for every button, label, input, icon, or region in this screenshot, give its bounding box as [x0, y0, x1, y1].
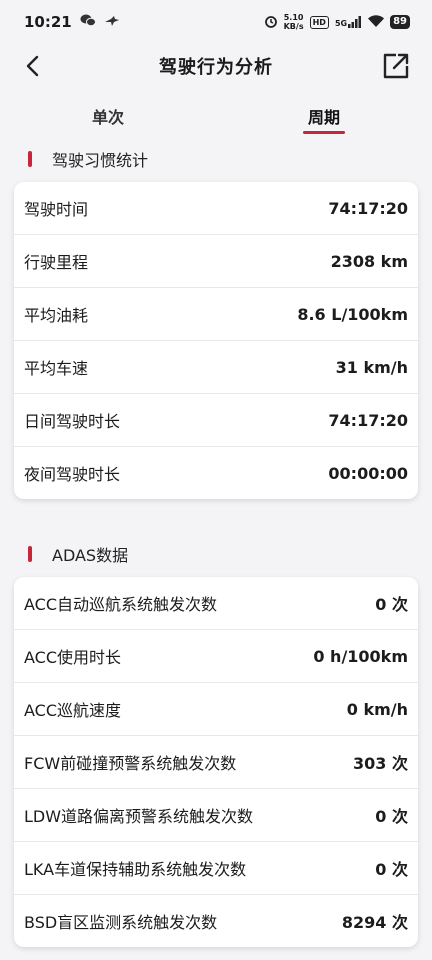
- section-accent-bar: [28, 151, 32, 167]
- back-button[interactable]: [18, 52, 46, 80]
- adas-row: FCW前碰撞预警系统触发次数 303 次: [14, 736, 418, 789]
- adas-row: ACC自动巡航系统触发次数 0 次: [14, 577, 418, 630]
- section-title: ADAS数据: [52, 546, 129, 565]
- signal-5g-icon: 5G: [335, 16, 362, 28]
- battery-indicator: 89: [390, 15, 410, 29]
- app-bird-icon: [104, 13, 120, 31]
- adas-row: ACC巡航速度 0 km/h: [14, 683, 418, 736]
- habits-card: 驾驶时间 74:17:20 行驶里程 2308 km 平均油耗 8.6 L/100km…: [14, 182, 418, 499]
- top-bar: 驾驶行为分析: [0, 44, 432, 88]
- adas-row: BSD盲区监测系统触发次数 8294 次: [24, 913, 408, 932]
- stat-row: 平均油耗 8.6 L/100km: [14, 288, 418, 341]
- adas-row: ACC使用时长 0 h/100km: [14, 630, 418, 683]
- page-title: 驾驶行为分析: [159, 57, 273, 78]
- alarm-icon: [264, 14, 278, 31]
- section-accent-bar: [28, 546, 32, 562]
- share-external-icon: [383, 53, 409, 79]
- stat-row: 日间驾驶时长 74:17:20: [14, 394, 418, 447]
- network-speed: 5.10 KB/s: [283, 13, 304, 31]
- status-bar: 10:21 5.10 KB/s HD 5G 89: [0, 0, 432, 44]
- chevron-left-icon: [26, 55, 39, 77]
- section-title: 驾驶习惯统计: [52, 151, 149, 170]
- adas-row: LDW道路偏离预警系统触发次数 0 次: [14, 789, 418, 842]
- adas-card: ACC自动巡航系统触发次数 0 次 ACC使用时长 0 h/100km ACC巡航速…: [14, 577, 418, 947]
- wechat-icon: [80, 13, 96, 31]
- stat-row: 平均车速 31 km/h: [14, 341, 418, 394]
- tab-bar: 单次 周期: [0, 88, 432, 144]
- stat-row: 驾驶时间 74:17:20: [14, 182, 418, 235]
- status-time: 10:21: [24, 13, 72, 31]
- tab-single[interactable]: 单次: [0, 88, 216, 144]
- wifi-icon: [368, 14, 385, 30]
- hd-badge: HD: [309, 15, 329, 29]
- adas-row: LKA车道保持辅助系统触发次数 0 次: [14, 842, 418, 895]
- section-header-habits: 驾驶习惯统计: [0, 144, 432, 174]
- tab-period[interactable]: 周期: [216, 88, 432, 144]
- stat-row: 行驶里程 2308 km: [14, 235, 418, 288]
- section-header-adas: ADAS数据: [0, 539, 432, 569]
- stat-row: 夜间驾驶时长 00:00:00: [24, 463, 408, 485]
- share-button[interactable]: [380, 50, 412, 82]
